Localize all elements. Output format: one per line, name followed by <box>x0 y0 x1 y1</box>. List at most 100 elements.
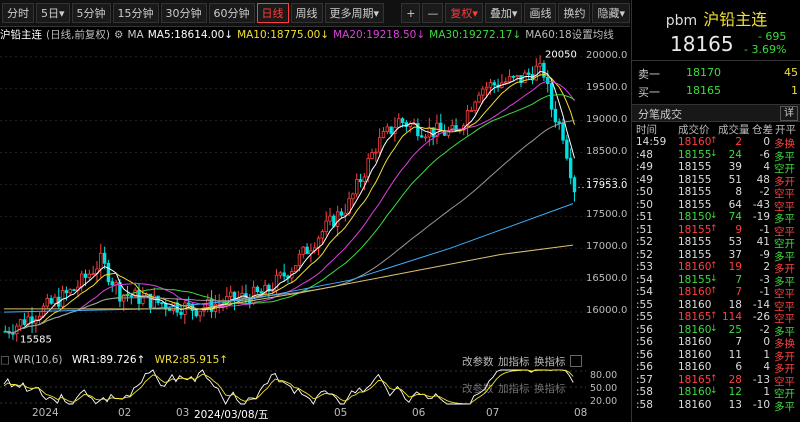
tick-time: :52 <box>636 248 653 261</box>
tick-time: :56 <box>636 361 653 373</box>
high-marker: 20050 <box>545 50 577 61</box>
tool-button-1[interactable]: — <box>422 3 444 23</box>
tick-arrow: ↓ <box>710 273 718 284</box>
candle <box>549 83 554 110</box>
wr1-value: WR1:89.726↑ <box>71 354 146 366</box>
wr-chart[interactable]: 80.00 50.00 20.00 <box>0 369 630 406</box>
tick-price: 18160 <box>678 361 712 373</box>
tick-price: 18160 <box>678 261 712 273</box>
change-percent: - 3.69% <box>744 43 787 56</box>
tick-volume: 13 <box>728 398 742 411</box>
tick-arrow: ↑ <box>710 373 718 384</box>
candle <box>400 118 405 123</box>
tick-oi-diff: 48 <box>756 173 770 186</box>
tick-time: :58 <box>636 398 653 411</box>
period-tab-0[interactable]: 分时 <box>2 3 34 23</box>
candle <box>228 291 233 297</box>
tick-price: 18160 <box>678 136 712 148</box>
quote-title: pbm 沪铅主连 <box>632 6 800 30</box>
tick-arrow: ↑ <box>710 223 718 234</box>
candle <box>469 109 474 112</box>
period-tab-2[interactable]: 5分钟 <box>71 3 111 23</box>
candle <box>351 193 355 200</box>
detail-button[interactable]: 详 <box>780 106 798 121</box>
candle <box>423 136 428 139</box>
col-time: 时间 <box>636 124 657 136</box>
tool-button-3[interactable]: 叠加▾ <box>484 3 523 23</box>
tool-button-0[interactable]: + <box>401 3 421 23</box>
tick-time: :55 <box>636 311 653 323</box>
tick-volume: 74 <box>728 211 742 223</box>
tick-time: :48 <box>636 148 653 161</box>
candle <box>102 252 107 264</box>
candle <box>64 290 69 294</box>
tick-volume: 25 <box>728 323 742 336</box>
tick-price: 18155 <box>678 173 712 186</box>
candle <box>561 122 565 141</box>
period-tab-8[interactable]: 更多周期▾ <box>324 3 385 23</box>
wr-switch-indicator-button[interactable]: 换指标 <box>534 354 566 369</box>
contract-name: 沪铅主连 <box>703 10 768 29</box>
tick-price: 18165 <box>678 373 712 386</box>
tool-button-6[interactable]: 隐藏▾ <box>592 3 630 23</box>
tick-price: 18150 <box>678 211 712 223</box>
tick-oi-diff: -3 <box>759 273 770 286</box>
tick-oi-diff: -2 <box>759 186 770 198</box>
col-price: 成交价 <box>678 124 710 136</box>
tool-button-5[interactable]: 换约 <box>558 3 591 23</box>
tool-button-4[interactable]: 画线 <box>524 3 557 23</box>
price-axis: 20000.019500.019000.018500.018000.017500… <box>586 44 630 353</box>
period-tab-6[interactable]: 日线 <box>256 3 289 23</box>
tick-time: :56 <box>636 336 653 348</box>
period-tab-1[interactable]: 5日▾ <box>36 3 70 23</box>
tick-volume: 64 <box>728 198 742 211</box>
period-tab-4[interactable]: 30分钟 <box>160 3 207 23</box>
candle <box>492 82 496 86</box>
wr-change-params-button[interactable]: 改参数 <box>462 354 494 369</box>
wr-close-icon[interactable] <box>570 355 582 367</box>
tick-volume: 39 <box>728 161 742 173</box>
candle <box>282 272 286 277</box>
tick-time: :55 <box>636 298 653 311</box>
candle <box>80 273 84 288</box>
date-tick: 05 <box>334 407 348 419</box>
candle <box>335 211 340 227</box>
chart-mode: (日线,前复权) <box>46 29 111 41</box>
period-tab-5[interactable]: 60分钟 <box>208 3 255 23</box>
candle <box>339 211 344 216</box>
current-price-tag: 17953.0 <box>586 180 628 192</box>
wr2-value: WR2:85.915↑ <box>154 354 229 366</box>
tick-volume: 37 <box>728 248 742 261</box>
tick-oi-diff: -6 <box>759 148 770 161</box>
tick-time: :53 <box>636 261 653 273</box>
tool-button-2[interactable]: 复权▾ <box>445 3 483 23</box>
quote-panel: pbm 沪铅主连 18165 - 695 - 3.69% 卖一 18170 45 … <box>631 0 800 422</box>
candle <box>511 75 516 78</box>
tick-volume: 24 <box>728 148 742 161</box>
date-axis: 2024 02 03 2024/03/08/五 05 06 07 08 <box>0 406 630 422</box>
candle <box>477 94 481 103</box>
price-tick: 18500.0 <box>586 145 628 157</box>
candlestick-chart[interactable]: 20050 15585 <box>0 44 630 353</box>
wr-add-indicator-button[interactable]: 加指标 <box>498 354 530 369</box>
tick-volume: 12 <box>728 386 742 398</box>
tick-section-title: 分笔成交 <box>638 108 682 121</box>
candle <box>370 152 374 159</box>
candle <box>129 295 134 297</box>
candle <box>385 126 389 132</box>
tick-volume: 2 <box>735 136 742 148</box>
candle <box>526 72 531 75</box>
candle <box>358 179 363 183</box>
tick-oi-diff: -2 <box>759 323 770 336</box>
gear-icon[interactable]: ⚙ <box>114 29 123 41</box>
tick-arrow: ↑ <box>710 136 718 146</box>
tick-row: :58 18160 13 -10 多平 <box>632 399 800 413</box>
tick-price: 18155 <box>678 161 712 173</box>
ask-label: 卖一 <box>638 68 660 81</box>
ma-legend-item-5: MA60:18设置均线 <box>525 29 614 41</box>
period-tab-3[interactable]: 15分钟 <box>112 3 159 23</box>
period-tab-7[interactable]: 周线 <box>290 3 323 23</box>
tick-price: 18155 <box>678 148 712 161</box>
wr-close-icon[interactable]: □ <box>0 354 13 366</box>
tick-volume: 11 <box>728 348 742 361</box>
